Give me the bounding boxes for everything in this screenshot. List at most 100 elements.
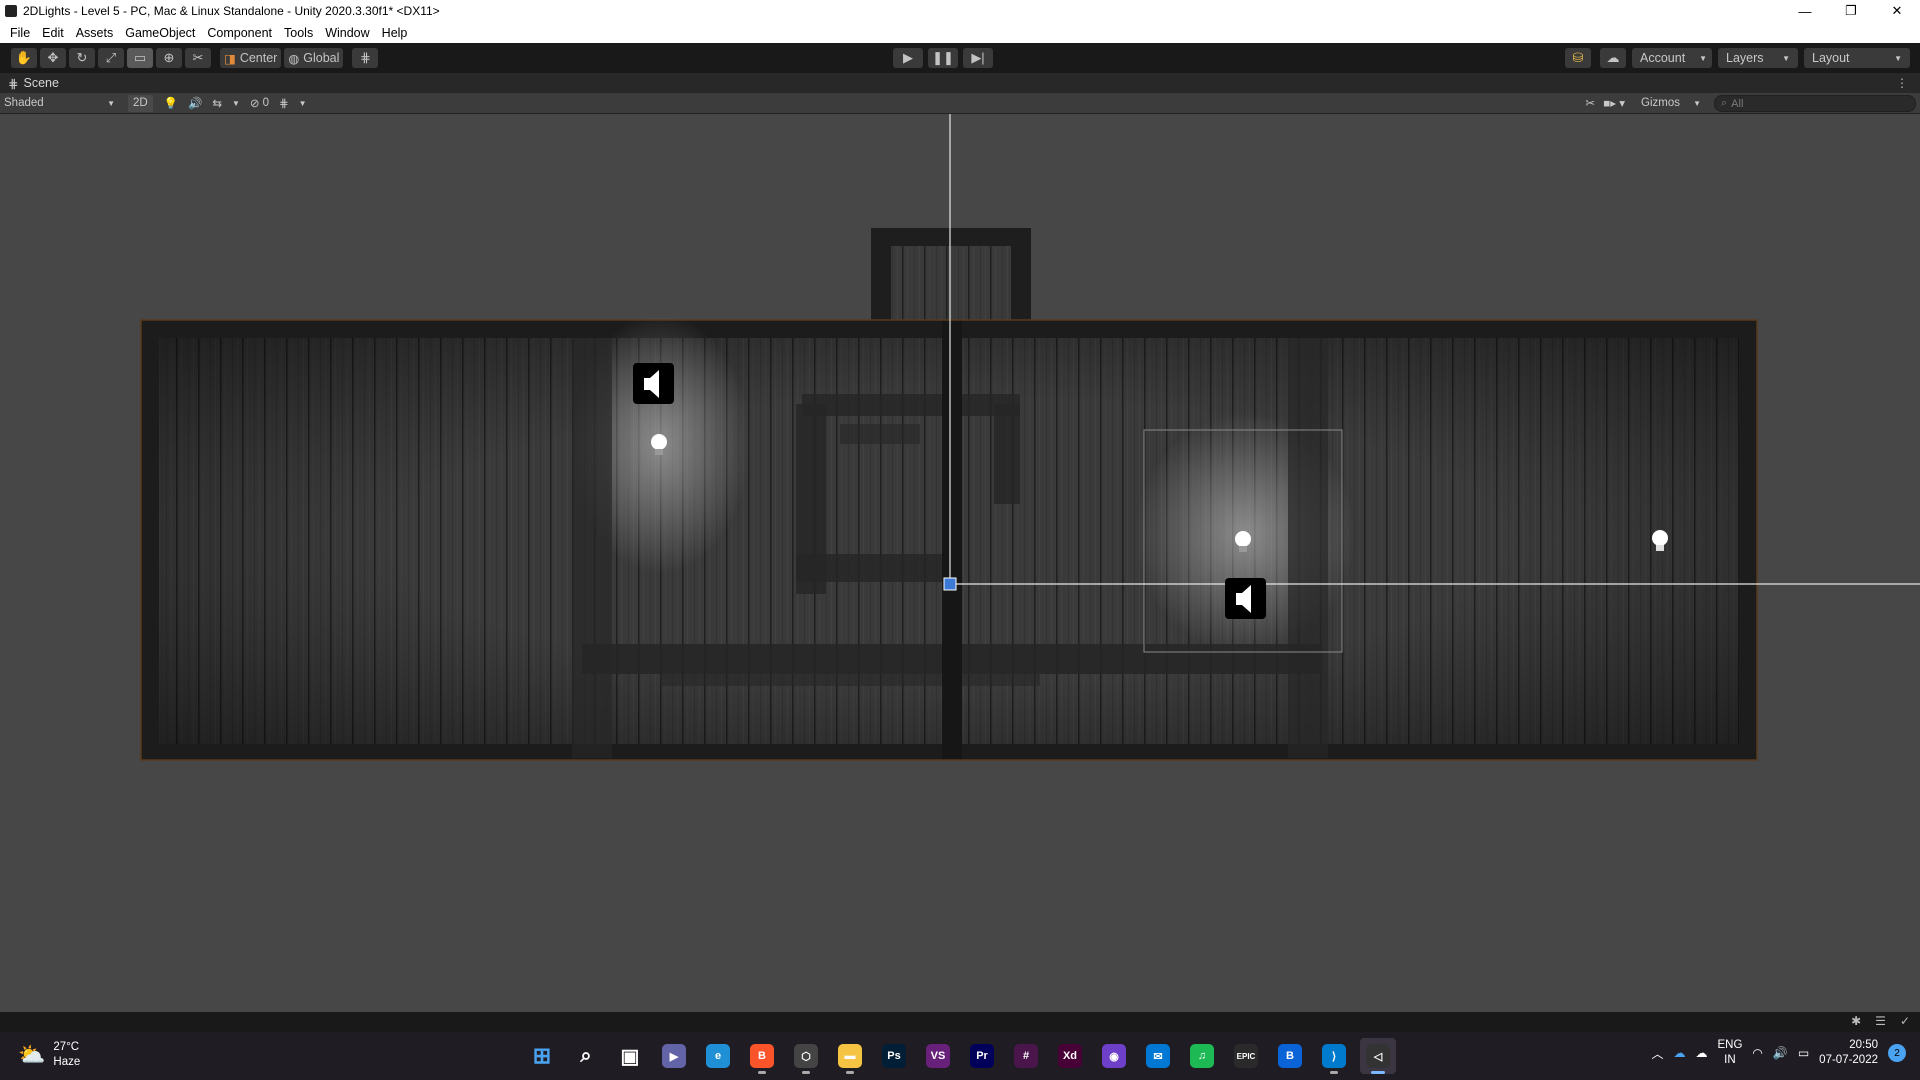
taskbar-app-search[interactable]: ⌕ [568,1038,604,1074]
chevron-up-icon[interactable]: ︿ [1651,1045,1663,1062]
taskbar-app-start[interactable]: ⊞ [524,1038,560,1074]
draw-mode-label: Shaded [4,97,44,109]
transform-tools: ✋ ✥ ↻ ⤢ ▭ ⊕ ✂ [8,48,211,68]
unity-app-icon [5,5,17,17]
taskbar-app-mail[interactable]: ✉ [1140,1038,1176,1074]
audio-toggle-icon[interactable]: 🔊 [183,95,207,112]
layout-dropdown[interactable]: Layout ▼ [1804,48,1910,68]
taskbar-app-premiere[interactable]: Pr [964,1038,1000,1074]
start-icon: ⊞ [532,1043,552,1068]
taskbar-app-brave[interactable]: B [744,1038,780,1074]
taskbar-app-github[interactable]: ◉ [1096,1038,1132,1074]
more-options-icon[interactable]: ⋮ [1896,76,1908,90]
notification-badge[interactable]: 2 [1888,1044,1906,1062]
draw-mode-dropdown[interactable]: Shaded ▼ [0,95,120,112]
spotify-icon: ♫ [1190,1044,1214,1068]
menu-window[interactable]: Window [319,26,375,40]
collab-icon[interactable]: ⛁ [1565,48,1591,68]
pivot-group: ◨ Center ◍ Global [217,48,344,68]
menu-help[interactable]: Help [376,26,414,40]
windows-taskbar: ⛅ 27°C Haze ⊞ ⌕ ▣ ▶ e B ⬡ ▬ Ps VS Pr # Xd ◉ ✉ ♫ EPIC B ⟩ ◁ … [0,1032,1920,1080]
account-dropdown[interactable]: Account ▼ [1632,48,1712,68]
chevron-down-icon[interactable]: ▼ [227,95,245,112]
taskbar-app-task-view[interactable]: ▣ [612,1038,648,1074]
scene-search-input[interactable]: ⌕ All [1714,95,1916,112]
scene-viewport[interactable] [0,114,1920,1012]
battery-icon[interactable]: ▭ [1798,1046,1809,1060]
status-icons: ✱ ☰ ✓ [1851,1014,1910,1028]
grid-snap-icon[interactable]: ⋕ [352,48,379,68]
audio-source-icon[interactable] [1225,578,1266,619]
github-icon: ◉ [1102,1044,1126,1068]
effects-toggle-icon[interactable]: ⇆ [207,95,227,112]
mail-icon: ✉ [1146,1044,1170,1068]
b-app-icon: B [1278,1044,1302,1068]
grid-toggle-icon[interactable]: ⋕ [274,95,294,112]
lighting-toggle-icon[interactable]: 💡 [159,95,183,112]
move-tool-icon[interactable]: ✥ [40,48,66,68]
gizmos-dropdown[interactable]: Gizmos ▼ [1636,95,1706,112]
close-button[interactable]: ✕ [1874,0,1920,22]
camera-icon[interactable]: ■▸ ▾ [1598,95,1630,112]
taskbar-app-edge[interactable]: e [700,1038,736,1074]
pivot-center-button[interactable]: ◨ Center [220,48,282,68]
rotate-tool-icon[interactable]: ↻ [69,48,95,68]
custom-tool-icon[interactable]: ✂ [185,48,211,68]
xd-icon: Xd [1058,1044,1082,1068]
tab-scene[interactable]: ⋕ Scene [0,76,59,91]
photoshop-icon: Ps [882,1044,906,1068]
taskbar-app-teams[interactable]: ▶ [656,1038,692,1074]
volume-icon[interactable]: 🔊 [1773,1046,1788,1060]
layers-dropdown[interactable]: Layers ▼ [1718,48,1798,68]
taskbar-app-visual-studio[interactable]: VS [920,1038,956,1074]
menu-edit[interactable]: Edit [36,26,70,40]
chevron-down-icon[interactable]: ▼ [294,95,312,112]
bug-icon[interactable]: ✱ [1851,1014,1861,1028]
toggle-2d-label: 2D [133,97,148,109]
account-label: Account [1640,51,1686,65]
taskbar-app-photoshop[interactable]: Ps [876,1038,912,1074]
origin-handle[interactable] [943,577,957,591]
weather-widget[interactable]: ⛅ 27°C Haze [18,1040,80,1070]
cloud-icon[interactable]: ☁ [1600,48,1626,68]
hand-tool-icon[interactable]: ✋ [11,48,37,68]
gizmos-label: Gizmos [1641,97,1680,109]
scale-tool-icon[interactable]: ⤢ [98,48,124,68]
hidden-objects-toggle[interactable]: ⊘ 0 [245,95,274,112]
menu-gameobject[interactable]: GameObject [119,26,201,40]
menu-tools[interactable]: Tools [278,26,319,40]
menu-assets[interactable]: Assets [70,26,120,40]
taskbar-app-vscode[interactable]: ⟩ [1316,1038,1352,1074]
rect-tool-icon[interactable]: ▭ [127,48,153,68]
minimize-button[interactable]: — [1782,0,1828,22]
check-circle-icon[interactable]: ✓ [1900,1014,1910,1028]
tools-icon[interactable]: ✂ [1580,95,1600,112]
taskbar-app-unity[interactable]: ◁ [1360,1038,1396,1074]
onedrive-icon[interactable]: ☁ [1673,1046,1685,1060]
taskbar-app-spotify[interactable]: ♫ [1184,1038,1220,1074]
taskbar-app-unity-hub[interactable]: ⬡ [788,1038,824,1074]
restore-button[interactable]: ❐ [1828,0,1874,22]
wifi-icon[interactable]: ◠ [1752,1046,1762,1060]
taskbar-app-epic-games[interactable]: EPIC [1228,1038,1264,1074]
audio-source-icon[interactable] [633,363,674,404]
step-button-icon[interactable]: ▶| [963,48,993,68]
teams-icon: ▶ [662,1044,686,1068]
pause-button-icon[interactable]: ❚❚ [928,48,958,68]
taskbar-app-b-app[interactable]: B [1272,1038,1308,1074]
taskbar-app-xd[interactable]: Xd [1052,1038,1088,1074]
play-button-icon[interactable]: ▶ [893,48,923,68]
transform-tool-icon[interactable]: ⊕ [156,48,182,68]
toggle-2d-button[interactable]: 2D [128,94,153,112]
taskbar-app-slack[interactable]: # [1008,1038,1044,1074]
taskbar-app-file-explorer[interactable]: ▬ [832,1038,868,1074]
menu-component[interactable]: Component [201,26,278,40]
edge-icon: e [706,1044,730,1068]
layers-icon[interactable]: ☰ [1875,1014,1886,1028]
clock-date: 07-07-2022 [1819,1054,1878,1066]
cloud-icon[interactable]: ☁ [1695,1046,1707,1060]
clock[interactable]: 20:50 07-07-2022 [1819,1038,1878,1068]
language-indicator[interactable]: ENG IN [1717,1038,1742,1068]
menu-file[interactable]: File [4,26,36,40]
pivot-global-button[interactable]: ◍ Global [284,48,344,68]
